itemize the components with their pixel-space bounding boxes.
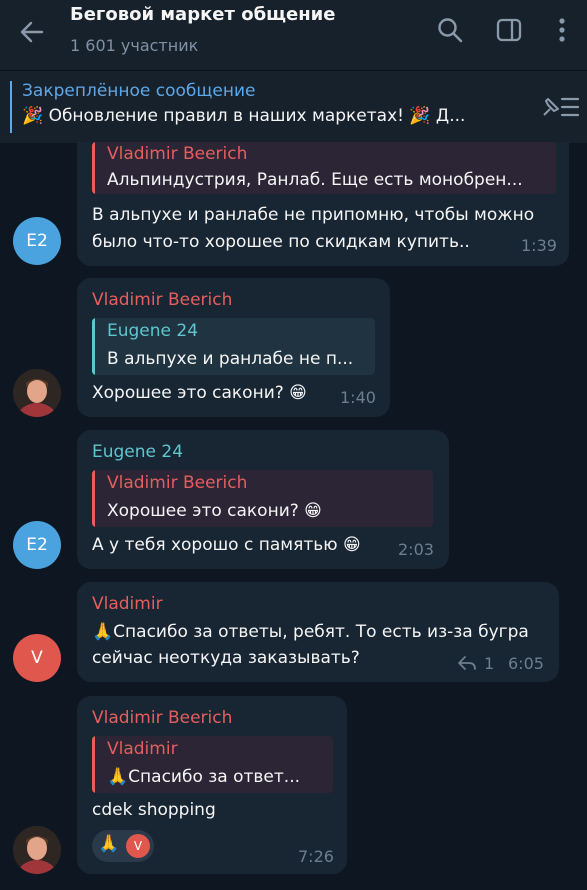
message-text-line: В альпухе и ранлабе не припомню, чтобы м…	[92, 205, 535, 225]
message-time: 7:26	[298, 847, 334, 866]
quote-text: В альпухе и ранлабе не п...	[107, 349, 354, 369]
chat-header: Беговой маркет общение 1 601 участник	[0, 0, 587, 70]
avatar[interactable]: E2	[13, 217, 61, 265]
message-bubble[interactable]: Eugene 24 Vladimir Beerich Хорошее это с…	[77, 430, 449, 569]
quote-author: Vladimir Beerich	[107, 144, 248, 164]
message-time: 1:39	[521, 236, 557, 255]
quote-text: Хорошее это сакони? 😁	[107, 501, 322, 521]
reply-quote[interactable]: Eugene 24 В альпухе и ранлабе не п...	[92, 318, 375, 375]
pinned-message-bar[interactable]: Закреплённое сообщение 🎉 Обновление прав…	[0, 70, 587, 143]
reply-quote[interactable]: Vladimir Beerich Хорошее это сакони? 😁	[92, 470, 433, 527]
message-text-line: 🙏Спасибо за ответы, ребят. То есть из-за…	[92, 622, 529, 642]
user-photo-avatar[interactable]	[13, 369, 61, 417]
more-options-icon[interactable]	[548, 16, 576, 44]
quote-bar	[92, 470, 95, 527]
pinned-list-icon[interactable]	[538, 93, 580, 121]
quote-bar	[92, 736, 95, 793]
message-text-line: было что-то хорошее по скидкам купить..	[92, 232, 470, 252]
quote-bar	[92, 142, 95, 194]
message-bubble[interactable]: Vladimir Beerich Eugene 24 В альпухе и р…	[77, 278, 390, 417]
chat-title[interactable]: Беговой маркет общение	[70, 4, 336, 25]
quote-bar	[92, 318, 95, 375]
reply-arrow-icon[interactable]	[457, 655, 477, 671]
message-time: 2:03	[398, 540, 434, 559]
message-text: Хорошее это сакони? 😁	[92, 383, 307, 403]
message-author[interactable]: Vladimir Beerich	[92, 290, 232, 310]
quote-text: 🙏Спасибо за ответ...	[107, 767, 301, 787]
quote-author: Vladimir	[107, 739, 178, 759]
quote-author: Eugene 24	[107, 321, 199, 341]
pinned-text: 🎉 Обновление правил в наших маркетах! 🎉 …	[22, 106, 466, 126]
reaction-avatar: V	[126, 834, 150, 858]
user-photo-avatar[interactable]	[13, 826, 61, 874]
message-text: cdek shopping	[92, 800, 216, 820]
message-author[interactable]: Vladimir	[92, 594, 163, 614]
message-time: 1:40	[340, 388, 376, 407]
message-author[interactable]: Eugene 24	[92, 442, 183, 462]
message-text: А у тебя хорошо с памятью 😁	[92, 535, 361, 555]
message-bubble[interactable]: Vladimir Beerich Vladimir 🙏Спасибо за от…	[77, 696, 347, 874]
person-photo-icon	[13, 826, 61, 874]
reaction-emoji: 🙏	[98, 834, 120, 854]
reply-quote[interactable]: Vladimir 🙏Спасибо за ответ...	[92, 736, 333, 793]
quote-author: Vladimir Beerich	[107, 473, 248, 493]
pinned-accent-bar	[10, 81, 12, 133]
pinned-title: Закреплённое сообщение	[22, 81, 256, 101]
message-text-line: сейчас неоткуда заказывать?	[92, 648, 360, 668]
quote-text: Альпиндустрия, Ранлаб. Еще есть монобрен…	[107, 170, 523, 190]
avatar[interactable]: V	[13, 634, 61, 682]
message-bubble[interactable]: Vladimir Beerich Альпиндустрия, Ранлаб. …	[77, 142, 569, 266]
reply-quote[interactable]: Vladimir Beerich Альпиндустрия, Ранлаб. …	[92, 142, 556, 194]
member-count: 1 601 участник	[70, 36, 199, 55]
back-arrow-icon[interactable]	[16, 16, 48, 48]
sidebar-toggle-icon[interactable]	[495, 16, 523, 44]
avatar[interactable]: E2	[13, 521, 61, 569]
search-icon[interactable]	[436, 16, 464, 44]
reply-count[interactable]: 1	[484, 654, 494, 673]
message-bubble[interactable]: Vladimir 🙏Спасибо за ответы, ребят. То е…	[77, 582, 559, 682]
message-time: 6:05	[508, 654, 544, 673]
person-photo-icon	[13, 369, 61, 417]
reaction-chip[interactable]: 🙏 V	[92, 830, 154, 862]
message-author[interactable]: Vladimir Beerich	[92, 708, 232, 728]
